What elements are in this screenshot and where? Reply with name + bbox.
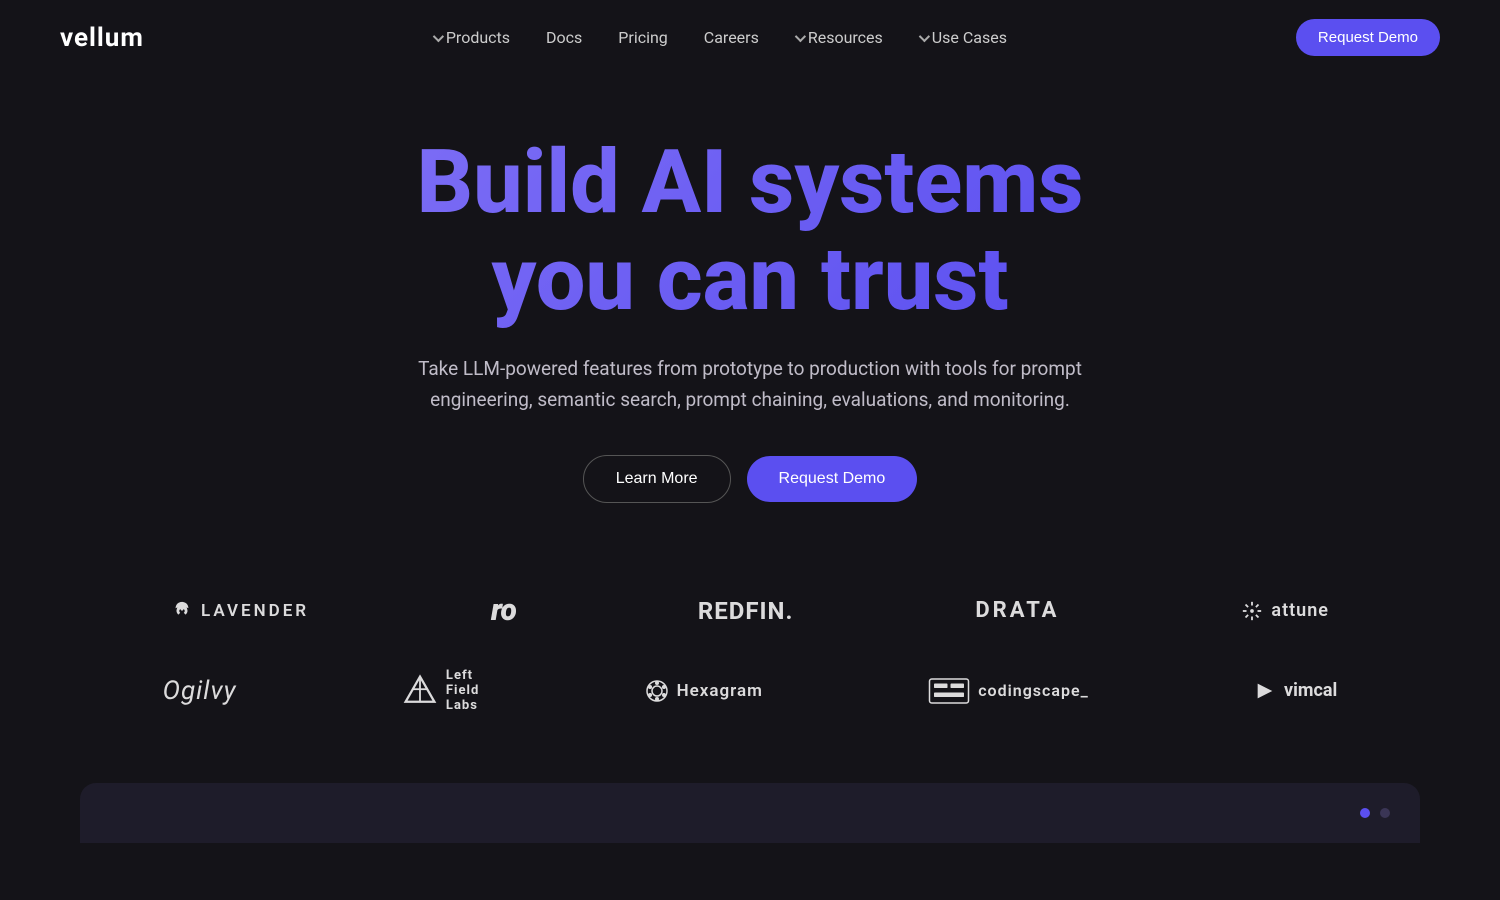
chevron-down-icon	[919, 30, 930, 41]
bottom-card-hint	[80, 783, 1420, 843]
nav-link-use-cases[interactable]: Use Cases	[919, 28, 1007, 47]
bottom-section	[0, 783, 1500, 843]
nav-link-docs[interactable]: Docs	[546, 28, 582, 47]
nav-item-use-cases[interactable]: Use Cases	[919, 28, 1007, 47]
hero-subtitle: Take LLM-powered features from prototype…	[390, 353, 1110, 416]
logo-hexagram: Hexagram	[645, 679, 763, 703]
nav-item-pricing[interactable]: Pricing	[618, 28, 668, 47]
logo-vimcal: vimcal	[1254, 680, 1337, 702]
vimcal-icon	[1254, 680, 1276, 702]
logos-section: LAVENDER ro REDFIN. DRATA	[0, 543, 1500, 783]
logo-ro: ro	[491, 593, 516, 628]
logo-codingscape: codingscape_	[928, 677, 1089, 705]
logo-attune: attune	[1241, 600, 1329, 622]
codingscape-icon	[928, 677, 970, 705]
lavender-icon	[171, 600, 193, 622]
logo-ogilvy: Ogilvy	[163, 676, 237, 706]
nav-item-docs[interactable]: Docs	[546, 28, 582, 47]
nav-link-resources[interactable]: Resources	[795, 28, 883, 47]
nav-link-products[interactable]: Products	[433, 28, 510, 47]
logos-row-2: Ogilvy Left Field Labs	[80, 668, 1420, 713]
logo-lavender: LAVENDER	[171, 600, 309, 622]
nav-link-pricing[interactable]: Pricing	[618, 28, 668, 47]
indicator-dot	[1380, 808, 1390, 818]
brand-logo[interactable]: vellum	[60, 23, 144, 53]
request-demo-button[interactable]: Request Demo	[747, 456, 918, 502]
nav-links: Products Docs Pricing Careers Resources	[433, 28, 1007, 47]
hexagram-icon	[645, 679, 669, 703]
nav-item-resources[interactable]: Resources	[795, 28, 883, 47]
nav-request-demo-button[interactable]: Request Demo	[1296, 19, 1440, 56]
attune-icon	[1241, 600, 1263, 622]
hero-cta-group: Learn More Request Demo	[583, 455, 918, 503]
leftfield-icon	[402, 673, 438, 709]
chevron-down-icon	[433, 30, 444, 41]
navbar: vellum Products Docs Pricing Careers	[0, 0, 1500, 75]
nav-link-careers[interactable]: Careers	[704, 28, 759, 47]
logo-redfin: REDFIN.	[698, 597, 794, 625]
nav-item-products[interactable]: Products	[433, 28, 510, 47]
learn-more-button[interactable]: Learn More	[583, 455, 731, 503]
hero-section: Build AI systems you can trust Take LLM-…	[0, 75, 1500, 543]
logo-drata: DRATA	[975, 598, 1059, 623]
nav-item-careers[interactable]: Careers	[704, 28, 759, 47]
hero-title: Build AI systems you can trust	[417, 135, 1084, 329]
logos-row-1: LAVENDER ro REDFIN. DRATA	[80, 593, 1420, 628]
indicator-dot	[1360, 808, 1370, 818]
chevron-down-icon	[795, 30, 806, 41]
logo-leftfield: Left Field Labs	[402, 668, 479, 713]
